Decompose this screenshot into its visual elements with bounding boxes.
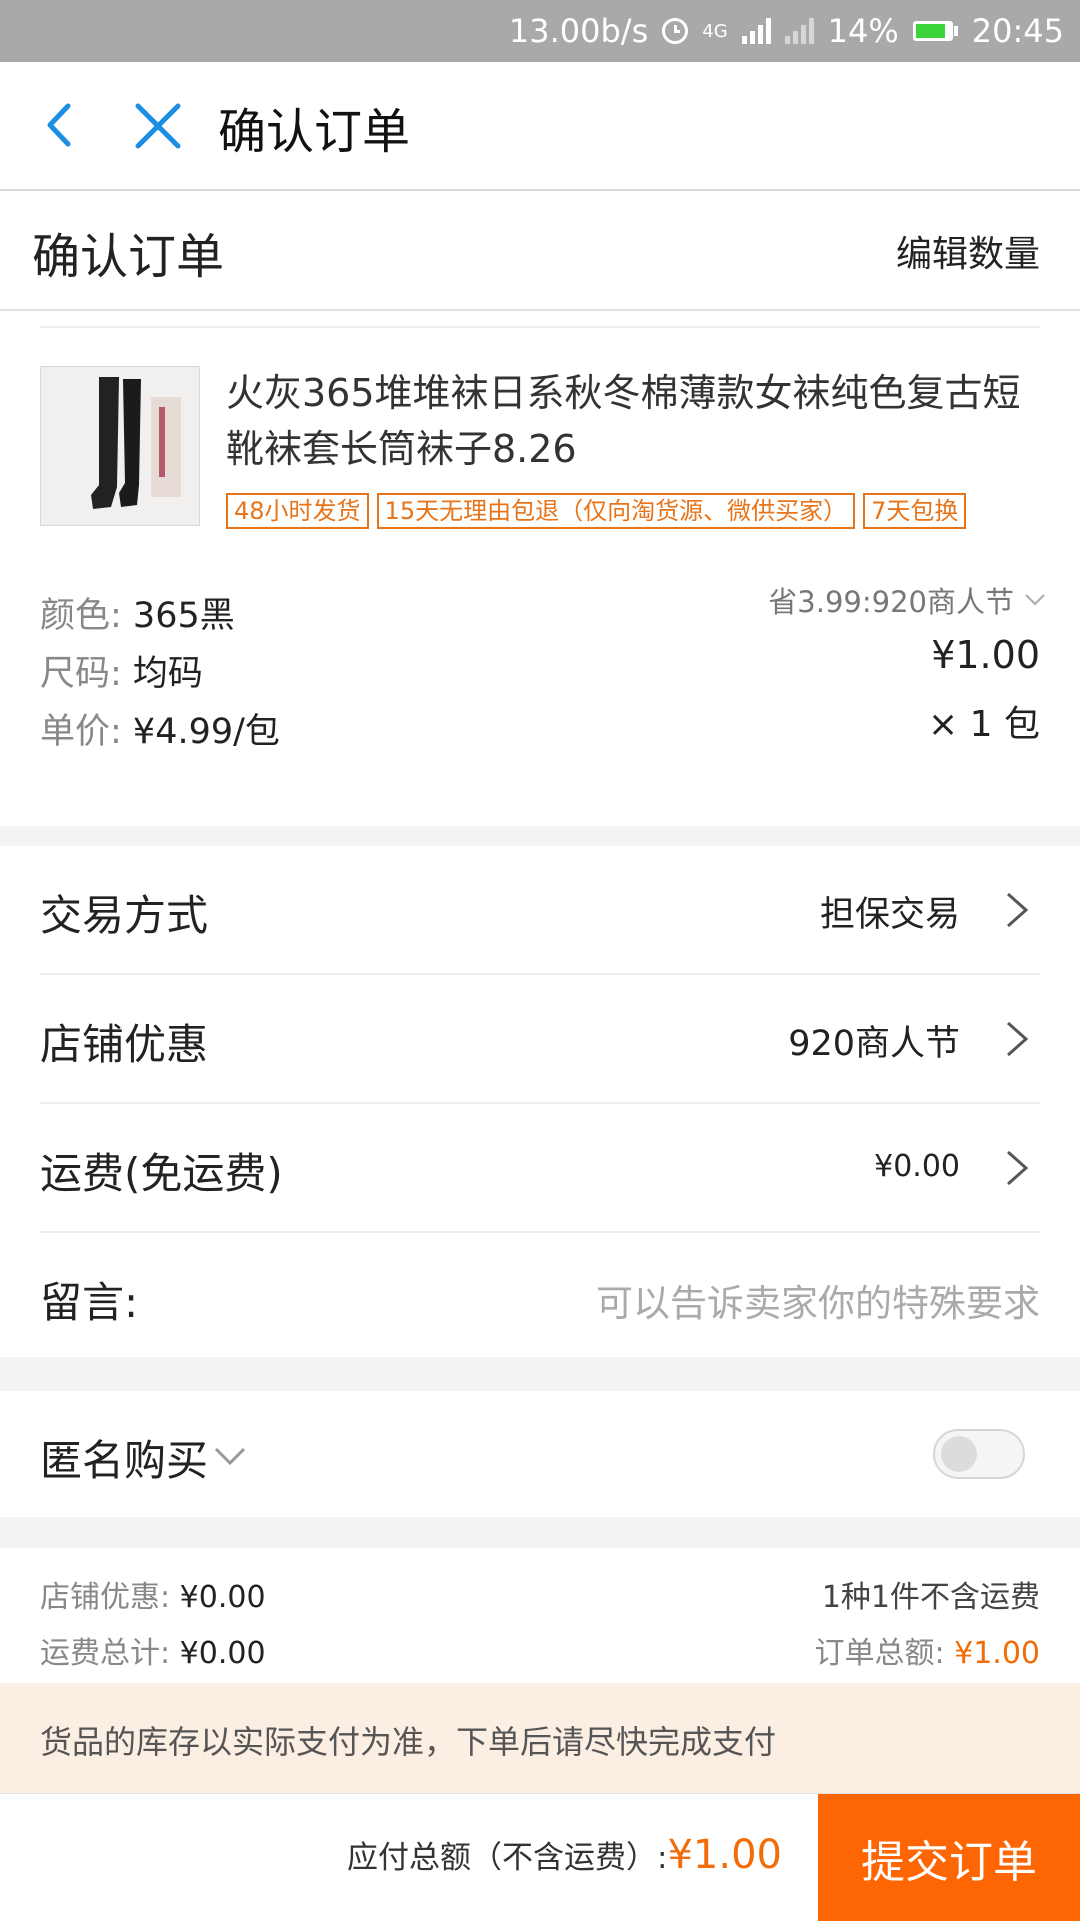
attr-color: 颜色: 365黑 — [40, 596, 235, 636]
shipping-value: ¥0.00 — [874, 1149, 960, 1184]
summary-shop-discount: 店铺优惠: ¥0.00 — [40, 1580, 266, 1615]
tag-7day-exchange: 7天包换 — [863, 493, 967, 529]
network-type: 4G — [702, 20, 728, 42]
trade-method-label: 交易方式 — [40, 891, 209, 940]
shop-discount-label: 店铺优惠 — [40, 1020, 209, 1069]
product-card: 火灰365堆堆袜日系秋冬棉薄款女袜纯色复古短靴袜套长筒袜子8.26 48小时发货… — [0, 311, 1080, 826]
nav-title: 确认订单 — [218, 104, 411, 160]
back-arrow-icon[interactable] — [36, 100, 86, 150]
product-attributes: 颜色: 365黑 尺码: 均码 单价: ¥4.99/包 — [40, 587, 280, 761]
clock: 20:45 — [971, 12, 1064, 50]
status-bar: 13.00b/s 4G 14% 20:45 — [0, 0, 1080, 62]
attr-unit-price: 单价: ¥4.99/包 — [40, 712, 280, 752]
signal-icon-2 — [784, 18, 814, 44]
battery-icon — [912, 21, 958, 41]
shipping-row[interactable]: 运费(免运费) ¥0.00 — [40, 1104, 1040, 1233]
submit-order-button[interactable]: 提交订单 — [818, 1794, 1080, 1921]
nav-bar: 确认订单 — [0, 62, 1080, 191]
toggle-knob — [941, 1436, 977, 1472]
payable-total-label: 应付总额（不含运费）: — [347, 1840, 668, 1876]
net-speed: 13.00b/s — [508, 12, 649, 50]
tag-15day-return: 15天无理由包退（仅向淘货源、微供买家） — [376, 493, 856, 529]
chevron-right-icon — [1007, 892, 1029, 928]
stock-notice: 货品的库存以实际支付为准，下单后请尽快完成支付 — [0, 1683, 1080, 1793]
message-label: 留言: — [40, 1278, 139, 1327]
page-header: 确认订单 编辑数量 — [0, 191, 1080, 311]
checkout-bar: 应付总额（不含运费）: ¥1.00 提交订单 — [0, 1793, 1080, 1921]
product-thumbnail[interactable] — [40, 366, 200, 526]
close-icon[interactable] — [130, 98, 186, 154]
chevron-down-icon — [1025, 594, 1045, 606]
service-tags: 48小时发货 15天无理由包退（仅向淘货源、微供买家） 7天包换 — [226, 493, 967, 529]
socks-image-icon — [41, 367, 199, 525]
anonymous-purchase-row: 匿名购买 — [0, 1391, 1080, 1517]
chevron-right-icon — [1007, 1150, 1029, 1186]
chevron-down-icon[interactable] — [212, 1445, 248, 1469]
order-options: 交易方式 担保交易 店铺优惠 920商人节 运费(免运费) ¥0.00 留言: … — [0, 846, 1080, 1357]
attr-size: 尺码: 均码 — [40, 654, 203, 694]
battery-percent: 14% — [827, 12, 899, 50]
tag-48h-shipping: 48小时发货 — [226, 493, 369, 529]
trade-method-value: 担保交易 — [819, 895, 960, 935]
order-summary: 店铺优惠: ¥0.00 运费总计: ¥0.00 1种1件不含运费 订单总额: ¥… — [0, 1548, 1080, 1683]
shop-discount-value: 920商人节 — [788, 1024, 960, 1064]
product-quantity: × 1 包 — [928, 704, 1040, 745]
payable-total-value: ¥1.00 — [667, 1832, 782, 1878]
shipping-label: 运费(免运费) — [40, 1149, 283, 1198]
product-price: ¥1.00 — [931, 633, 1040, 677]
payable-total: 应付总额（不含运费）: ¥1.00 — [347, 1832, 782, 1878]
product-title[interactable]: 火灰365堆堆袜日系秋冬棉薄款女袜纯色复古短靴袜套长筒袜子8.26 — [226, 365, 1046, 477]
promo-selector[interactable]: 省3.99:920商人节 — [768, 579, 1046, 621]
message-row: 留言: 可以告诉卖家你的特殊要求 — [40, 1233, 1040, 1360]
message-input[interactable]: 可以告诉卖家你的特殊要求 — [596, 1273, 1040, 1327]
summary-shipping-total: 运费总计: ¥0.00 — [40, 1636, 266, 1671]
edit-quantity-button[interactable]: 编辑数量 — [896, 225, 1040, 277]
anonymous-toggle[interactable] — [933, 1429, 1025, 1479]
alarm-icon — [662, 18, 689, 44]
anonymous-label: 匿名购买 — [40, 1436, 209, 1485]
stock-notice-text: 货品的库存以实际支付为准，下单后请尽快完成支付 — [40, 1723, 777, 1761]
trade-method-row[interactable]: 交易方式 担保交易 — [40, 846, 1040, 975]
summary-items-note: 1种1件不含运费 — [821, 1580, 1040, 1615]
shop-discount-row[interactable]: 店铺优惠 920商人节 — [40, 975, 1040, 1104]
divider — [40, 326, 1040, 328]
page-title: 确认订单 — [32, 229, 225, 285]
chevron-right-icon — [1007, 1021, 1029, 1057]
promo-text: 省3.99:920商人节 — [768, 585, 1014, 619]
signal-icon — [741, 18, 771, 44]
summary-order-total: 订单总额: ¥1.00 — [814, 1636, 1040, 1671]
